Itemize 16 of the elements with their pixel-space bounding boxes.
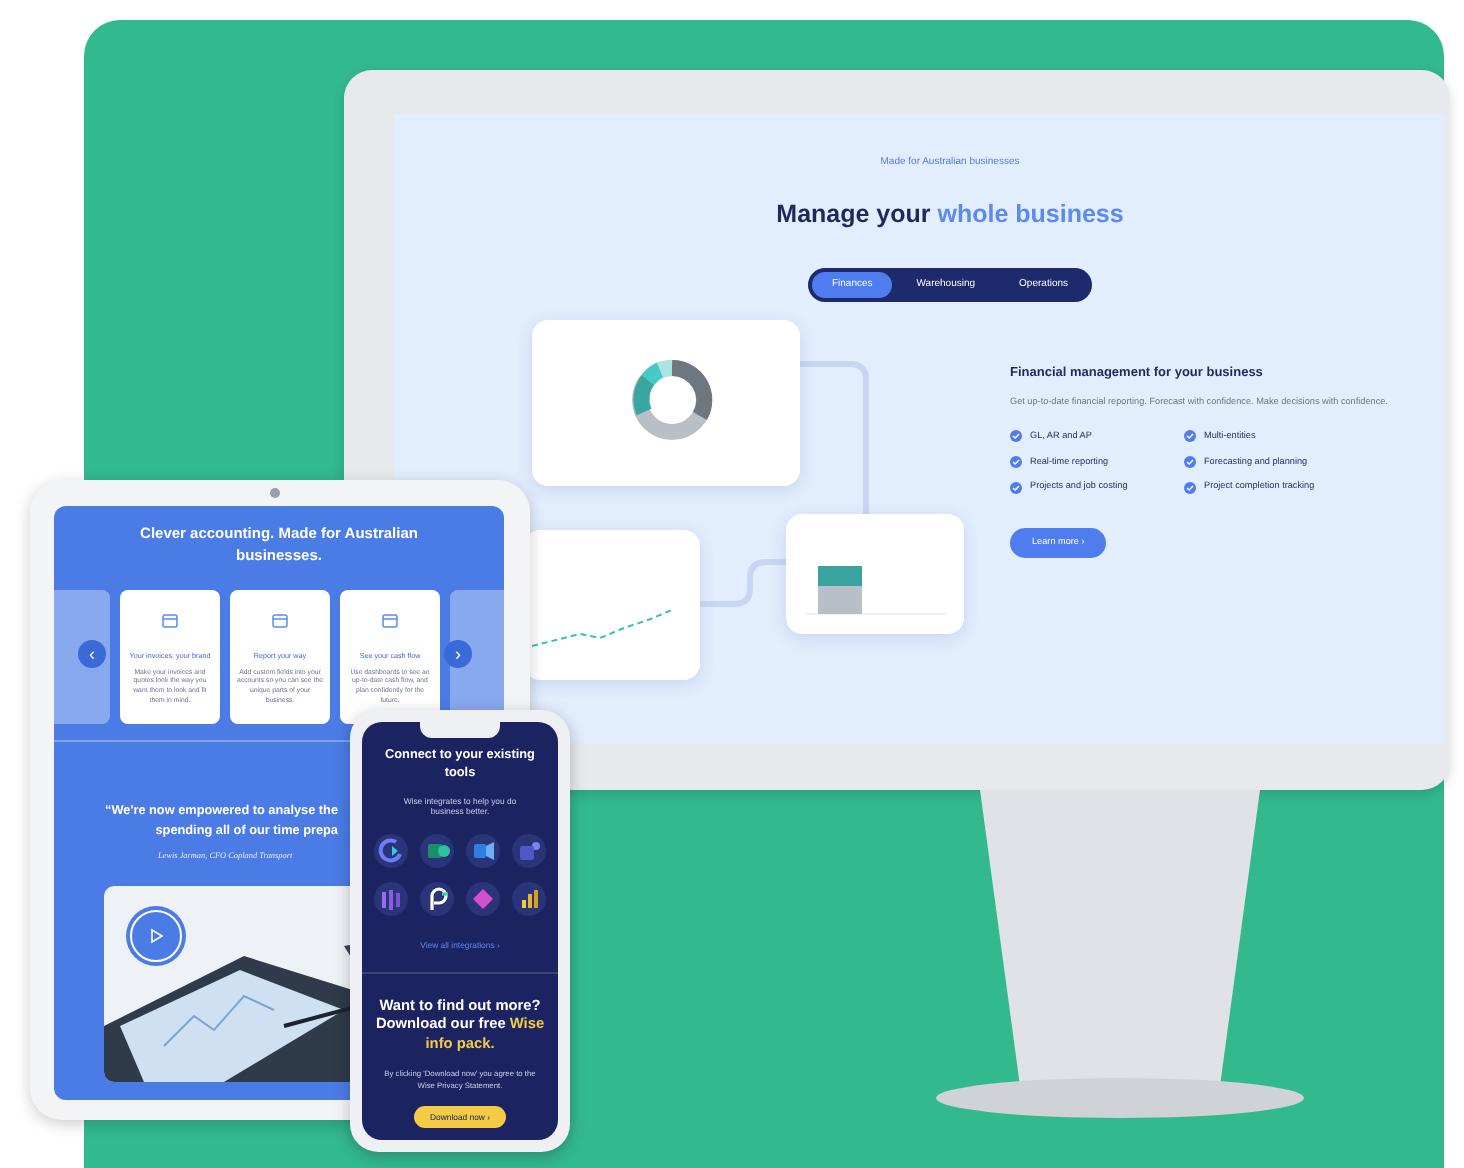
app-icon[interactable]	[512, 882, 546, 917]
donut-chart-drawing	[628, 356, 716, 444]
window-icon	[162, 614, 178, 629]
app-icon[interactable]	[420, 882, 454, 917]
app-icon[interactable]	[466, 834, 500, 869]
previous-button[interactable]: ‹	[78, 640, 106, 668]
play-icon	[149, 928, 163, 944]
play-button[interactable]	[130, 910, 182, 962]
page-heading: Manage your whole business	[774, 197, 1126, 232]
window-icon	[382, 614, 398, 629]
window-icon	[272, 614, 288, 629]
app-icon[interactable]	[374, 834, 408, 869]
phone-notch	[420, 722, 500, 738]
camera-dot	[270, 488, 280, 498]
app-icon[interactable]	[420, 834, 454, 869]
next-button[interactable]: ›	[444, 640, 472, 668]
